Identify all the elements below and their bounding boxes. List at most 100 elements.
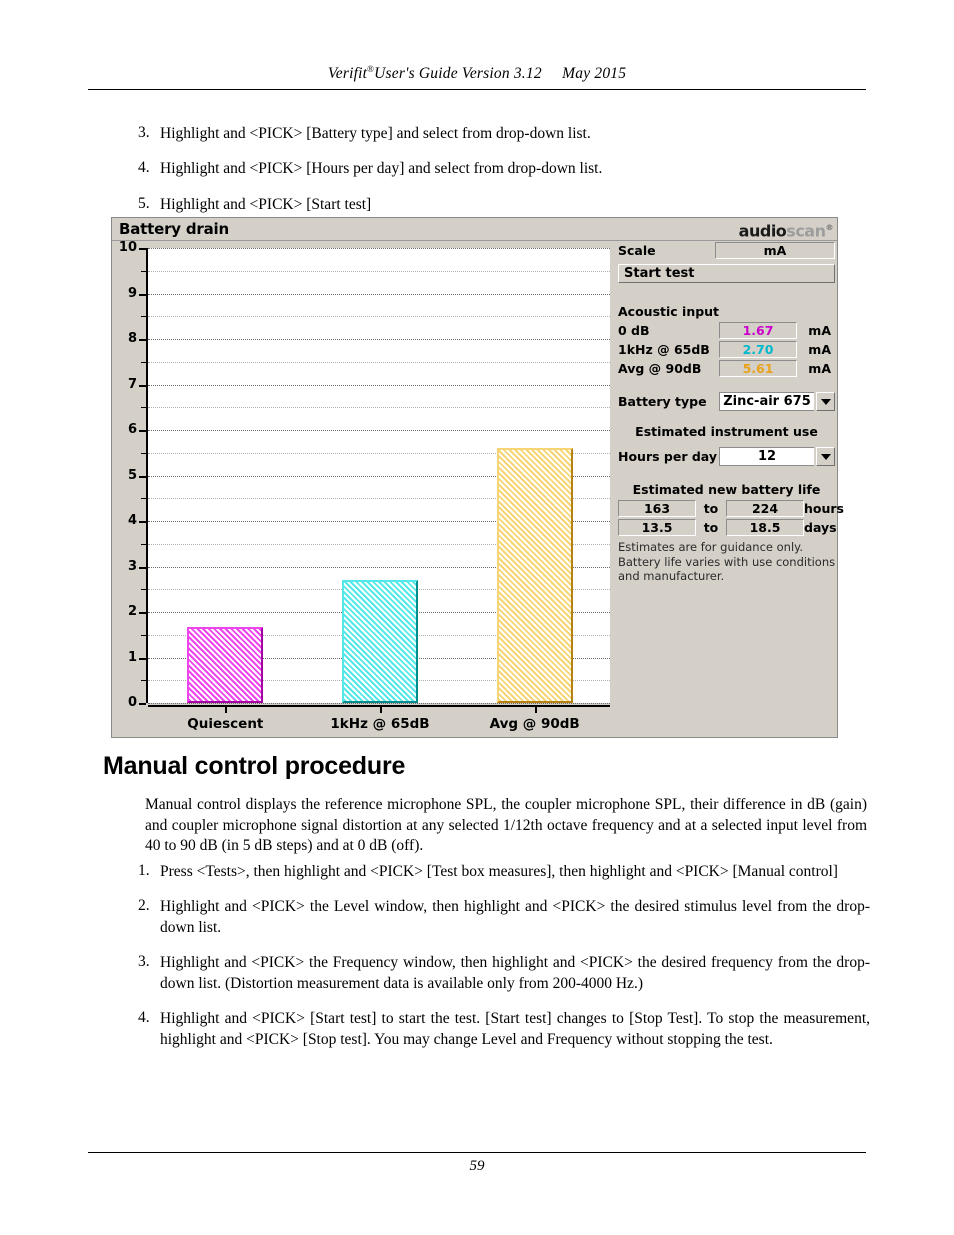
x-axis-label: Quiescent [187, 716, 264, 732]
y-axis-tick-label: 6 [127, 422, 137, 437]
acoustic-row-0-label: 0 dB [618, 323, 650, 338]
hours-per-day-value[interactable]: 12 [719, 447, 814, 466]
acoustic-row-0-unit: mA [808, 323, 831, 338]
hours-per-day-row: Hours per day 12 [618, 447, 835, 466]
header-divider [88, 89, 866, 91]
life-hours-lower: 163 [618, 500, 696, 517]
y-axis-tick-label: 9 [127, 285, 137, 301]
gridline-major [148, 293, 610, 295]
control-panel: Scale mA Start test Acoustic input 0 dB … [616, 242, 844, 734]
y-axis-tick-label: 2 [127, 604, 137, 619]
logo-registered-mark: ® [825, 223, 834, 232]
y-axis-tick-label: 7 [127, 376, 137, 392]
footer-divider [88, 1152, 866, 1153]
list-item-number: 2. [138, 897, 150, 915]
scale-value[interactable]: mA [715, 242, 835, 259]
x-axis-line [148, 705, 610, 707]
gridline-minor [148, 361, 610, 363]
battery-type-row: Battery type Zinc-air 675 [618, 392, 835, 411]
chart-bar [342, 580, 418, 703]
logo-audio-text: audio [738, 221, 787, 241]
battery-type-dropdown[interactable]: Zinc-air 675 [719, 392, 835, 411]
life-days-unit: days [804, 520, 837, 535]
battery-type-label: Battery type [618, 394, 707, 409]
procedure-steps-list: 1. Press <Tests>, then highlight and <PI… [130, 862, 870, 1065]
chart-bar [187, 627, 264, 703]
y-axis-tick [139, 339, 146, 341]
gridline-minor [148, 407, 610, 409]
list-item-text: Highlight and <PICK> [Start test] [160, 195, 372, 213]
list-item-text: Press <Tests>, then highlight and <PICK>… [160, 863, 838, 880]
chevron-down-icon[interactable] [816, 392, 835, 411]
y-axis-tick-label: 1 [127, 649, 137, 665]
list-item-number: 5. [138, 194, 150, 212]
acoustic-row-1-label: 1kHz @ 65dB [618, 342, 710, 357]
y-axis-tick [139, 703, 146, 705]
top-steps-list: 3. Highlight and <PICK> [Battery type] a… [130, 124, 870, 230]
acoustic-row-2-value: 5.61 [719, 360, 797, 377]
gridline-minor [148, 316, 610, 318]
titlebar-divider [112, 240, 837, 241]
battery-life-hours-row: 163 to 224 hours [618, 500, 844, 517]
chevron-down-icon[interactable] [816, 447, 835, 466]
y-axis-tick [139, 566, 146, 569]
list-item-text: Highlight and <PICK> the Frequency windo… [160, 954, 870, 992]
list-item-text: Highlight and <PICK> the Level window, t… [160, 898, 870, 936]
y-axis: 0 1 2 3 4 5 6 7 8 9 10 [118, 240, 146, 710]
list-item-number: 4. [138, 1009, 150, 1027]
screenshot-title: Battery drain [119, 220, 229, 238]
list-item-number: 3. [138, 953, 150, 971]
battery-life-label: Estimated new battery life [632, 482, 821, 497]
battery-type-value[interactable]: Zinc-air 675 [719, 392, 814, 411]
y-axis-tick [139, 384, 146, 387]
acoustic-row-2-unit: mA [808, 361, 831, 376]
battery-life-days-row: 13.5 to 18.5 days [618, 519, 837, 536]
list-item: 3. Highlight and <PICK> the Frequency wi… [130, 953, 870, 994]
scale-label: Scale [618, 243, 656, 258]
battery-drain-screenshot: Battery drain audioscan® 0 1 2 3 4 5 6 7 8 9 10 Qu… [111, 217, 844, 738]
y-axis-tick-label: 4 [127, 513, 137, 528]
header-date: May 2015 [562, 65, 627, 83]
chart-bar [496, 447, 573, 703]
header-title-rest: User's Guide Version 3.12 [374, 65, 542, 83]
page-title: Manual control procedure [103, 752, 406, 780]
y-axis-tick [139, 248, 146, 250]
y-axis-tick-label: 8 [127, 331, 137, 346]
life-hours-upper: 224 [726, 500, 804, 517]
section-intro-paragraph: Manual control displays the reference mi… [145, 796, 867, 855]
gridline-major [148, 339, 610, 340]
list-item: 2. Highlight and <PICK> the Level window… [130, 897, 870, 938]
audioscan-logo: audioscan® [738, 219, 834, 241]
list-item-text: Highlight and <PICK> [Hours per day] and… [160, 160, 603, 178]
list-item: 5. Highlight and <PICK> [Start test] [130, 195, 870, 215]
page-number: 59 [469, 1158, 485, 1174]
acoustic-row-2: Avg @ 90dB 5.61 mA [618, 360, 835, 377]
y-axis-tick-label: 3 [127, 558, 137, 574]
acoustic-input-label: Acoustic input [618, 304, 720, 319]
acoustic-row-2-label: Avg @ 90dB [618, 361, 702, 376]
gridline-major [148, 703, 610, 704]
list-item: 1. Press <Tests>, then highlight and <PI… [130, 862, 870, 882]
header-product: Verifit [327, 65, 368, 83]
gridline-major [148, 384, 610, 386]
logo-scan-text: scan [786, 221, 826, 241]
estimated-use-label: Estimated instrument use [635, 424, 818, 439]
battery-life-disclaimer: Estimates are for guidance only. Battery… [618, 540, 836, 584]
y-axis-tick-label: 5 [127, 467, 137, 483]
page-header: Verifit®User's Guide Version 3.12 May 20… [88, 64, 866, 91]
list-item-text: Highlight and <PICK> [Battery type] and … [160, 125, 591, 142]
acoustic-row-0: 0 dB 1.67 mA [618, 322, 835, 339]
list-item-number: 3. [138, 124, 150, 141]
list-item: 4. Highlight and <PICK> [Start test] to … [130, 1009, 870, 1050]
acoustic-row-1: 1kHz @ 65dB 2.70 mA [618, 341, 835, 358]
battery-drain-chart: 0 1 2 3 4 5 6 7 8 9 10 Quiescent 1kHz @ 65dB Avg @ 9… [118, 240, 613, 734]
y-axis-tick [139, 612, 146, 614]
x-axis-tick [534, 705, 537, 713]
y-axis-tick [139, 475, 146, 478]
acoustic-row-1-value: 2.70 [719, 341, 797, 358]
x-axis-tick [225, 705, 228, 713]
y-axis-tick [139, 521, 146, 523]
start-test-button[interactable]: Start test [618, 264, 835, 283]
x-axis-tick [380, 705, 382, 713]
hours-per-day-dropdown[interactable]: 12 [719, 447, 835, 466]
